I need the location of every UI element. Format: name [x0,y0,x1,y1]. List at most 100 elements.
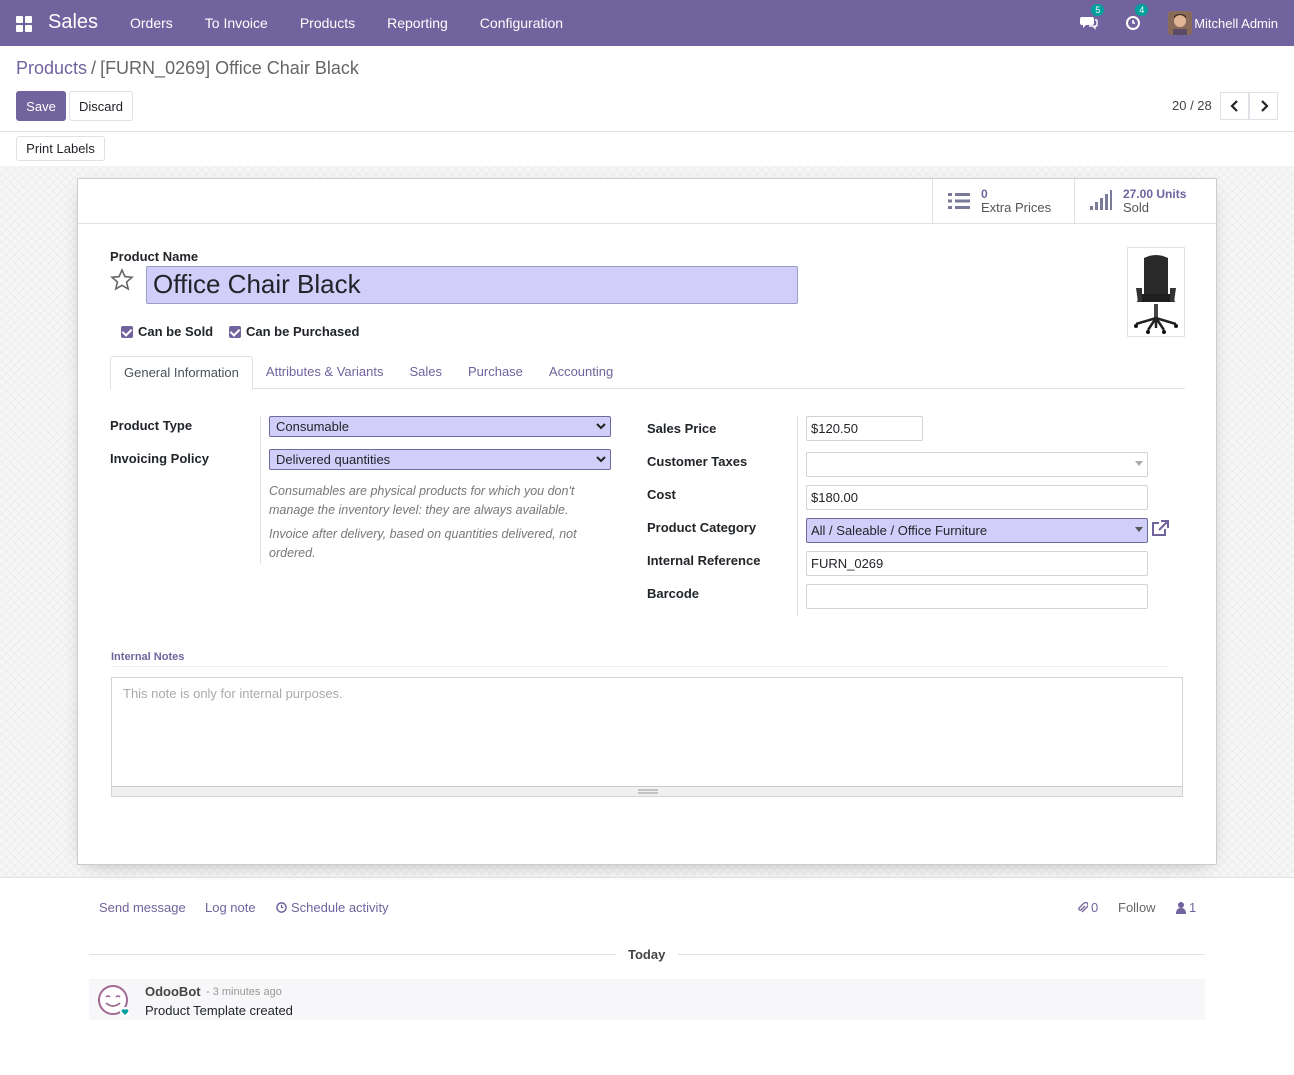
breadcrumb: Products / [FURN_0269] Office Chair Black [16,58,359,79]
message-body: Product Template created [145,1003,293,1018]
apps-menu-icon[interactable] [16,16,32,32]
main-menu: Orders To Invoice Products Reporting Con… [114,15,579,31]
customer-taxes-input[interactable] [806,452,1148,477]
smart-button-box: 0 Extra Prices 27.00 Units Sold [932,179,1216,223]
sales-price-input[interactable]: $120.50 [806,416,923,441]
list-icon [948,193,970,209]
barcode-input[interactable] [806,584,1148,609]
can-be-purchased-label: Can be Purchased [246,324,360,339]
clock-icon [276,902,287,913]
navbar-systray: 5 4 Mitchell Admin [1080,0,1278,46]
odoobot-avatar [98,985,130,1017]
date-separator-label: Today [628,947,666,962]
internal-notes-textarea[interactable]: This note is only for internal purposes. [111,677,1183,797]
menu-to-invoice[interactable]: To Invoice [189,15,284,31]
message-time: - 3 minutes ago [206,986,282,998]
tab-attributes-variants[interactable]: Attributes & Variants [253,356,397,389]
consumable-help-text: Consumables are physical products for wh… [269,484,575,517]
user-avatar[interactable] [1168,11,1193,35]
chevron-right-icon [1260,100,1269,112]
invoice-policy-help-text: Invoice after delivery, based on quantit… [269,527,577,560]
tab-purchase[interactable]: Purchase [455,356,536,389]
internal-notes-divider [111,666,1168,667]
activity-clock-icon[interactable]: 4 [1124,4,1149,33]
date-separator-line-left [89,954,616,955]
notebook-tabs: General Information Attributes & Variant… [110,356,1185,390]
messages-badge: 5 [1091,4,1105,16]
invoicing-policy-select[interactable]: Delivered quantities [269,449,611,470]
message-author[interactable]: OdooBot [145,984,201,999]
menu-reporting[interactable]: Reporting [371,15,464,31]
cost-label: Cost [647,487,676,502]
resize-grip-icon [638,789,658,794]
internal-reference-label: Internal Reference [647,553,761,568]
user-name[interactable]: Mitchell Admin [1194,16,1278,31]
customer-taxes-label: Customer Taxes [647,454,748,469]
right-group-separator [797,416,798,616]
menu-configuration[interactable]: Configuration [464,15,579,31]
follow-button[interactable]: Follow [1118,900,1156,915]
menu-products[interactable]: Products [284,15,371,31]
units-sold-button[interactable]: 27.00 Units Sold [1074,179,1216,223]
send-message-button[interactable]: Send message [99,900,186,915]
discard-button[interactable]: Discard [69,91,133,121]
invoicing-policy-value: Delivered quantities [276,452,391,467]
select-caret-icon [596,456,606,463]
sales-price-label: Sales Price [647,421,717,436]
top-navbar: Sales Orders To Invoice Products Reporti… [0,0,1294,46]
date-separator-line-right [678,954,1205,955]
cost-input[interactable]: $180.00 [806,485,1148,510]
breadcrumb-separator: / [91,58,97,78]
messaging-icon[interactable]: 5 [1080,4,1105,33]
product-image[interactable] [1127,247,1185,337]
product-category-input[interactable]: All / Saleable / Office Furniture [806,518,1148,543]
sheet-header-divider [78,223,1216,224]
select-caret-icon [596,423,606,430]
tab-general-information[interactable]: General Information [110,356,253,390]
product-category-dropdown-icon[interactable] [1135,527,1143,533]
external-link-icon[interactable] [1150,520,1170,538]
internal-notes-placeholder: This note is only for internal purposes. [123,686,343,701]
followers-count[interactable]: 1 [1189,900,1196,915]
textarea-resize-handle[interactable] [112,786,1182,796]
log-note-button[interactable]: Log note [205,900,256,915]
product-name-label: Product Name [110,249,199,264]
chatter-message: OdooBot - 3 minutes ago Product Template… [89,979,1205,1020]
office-chair-image [1128,248,1184,336]
paperclip-icon[interactable] [1077,902,1088,914]
pager-value[interactable]: 20 / 28 [1172,98,1212,113]
control-panel-divider [0,131,1294,132]
tab-accounting[interactable]: Accounting [536,356,626,389]
left-group-separator [260,416,261,564]
schedule-activity-button[interactable]: Schedule activity [291,900,389,915]
product-type-label: Product Type [110,418,193,433]
product-type-select[interactable]: Consumable [269,416,611,437]
units-sold-value: 27.00 Units [1123,187,1187,201]
customer-taxes-dropdown-icon[interactable] [1135,461,1143,467]
units-sold-label: Sold [1123,200,1150,215]
extra-prices-button[interactable]: 0 Extra Prices [932,179,1074,223]
can-be-purchased-checkbox[interactable] [229,326,241,338]
print-labels-button[interactable]: Print Labels [16,136,105,161]
user-icon[interactable] [1176,902,1186,914]
form-sheet: 0 Extra Prices 27.00 Units Sold Product … [77,178,1217,865]
product-category-label: Product Category [647,520,757,535]
product-name-input[interactable]: Office Chair Black [146,266,798,304]
save-button[interactable]: Save [16,91,66,121]
internal-reference-input[interactable]: FURN_0269 [806,551,1148,576]
can-be-sold-label: Can be Sold [138,324,214,339]
pager-next-button[interactable] [1249,92,1278,120]
product-type-value: Consumable [276,419,349,434]
breadcrumb-products-link[interactable]: Products [16,58,87,78]
pager-previous-button[interactable] [1220,92,1249,120]
app-name[interactable]: Sales [48,11,98,34]
breadcrumb-current: [FURN_0269] Office Chair Black [100,58,359,78]
chevron-left-icon [1229,100,1238,112]
extra-prices-count: 0 [981,187,988,201]
favorite-star-icon[interactable] [110,268,134,292]
menu-orders[interactable]: Orders [114,15,189,31]
tab-sales[interactable]: Sales [396,356,455,389]
can-be-sold-checkbox[interactable] [121,326,133,338]
invoicing-policy-label: Invoicing Policy [110,451,209,466]
attachments-count[interactable]: 0 [1091,900,1098,915]
